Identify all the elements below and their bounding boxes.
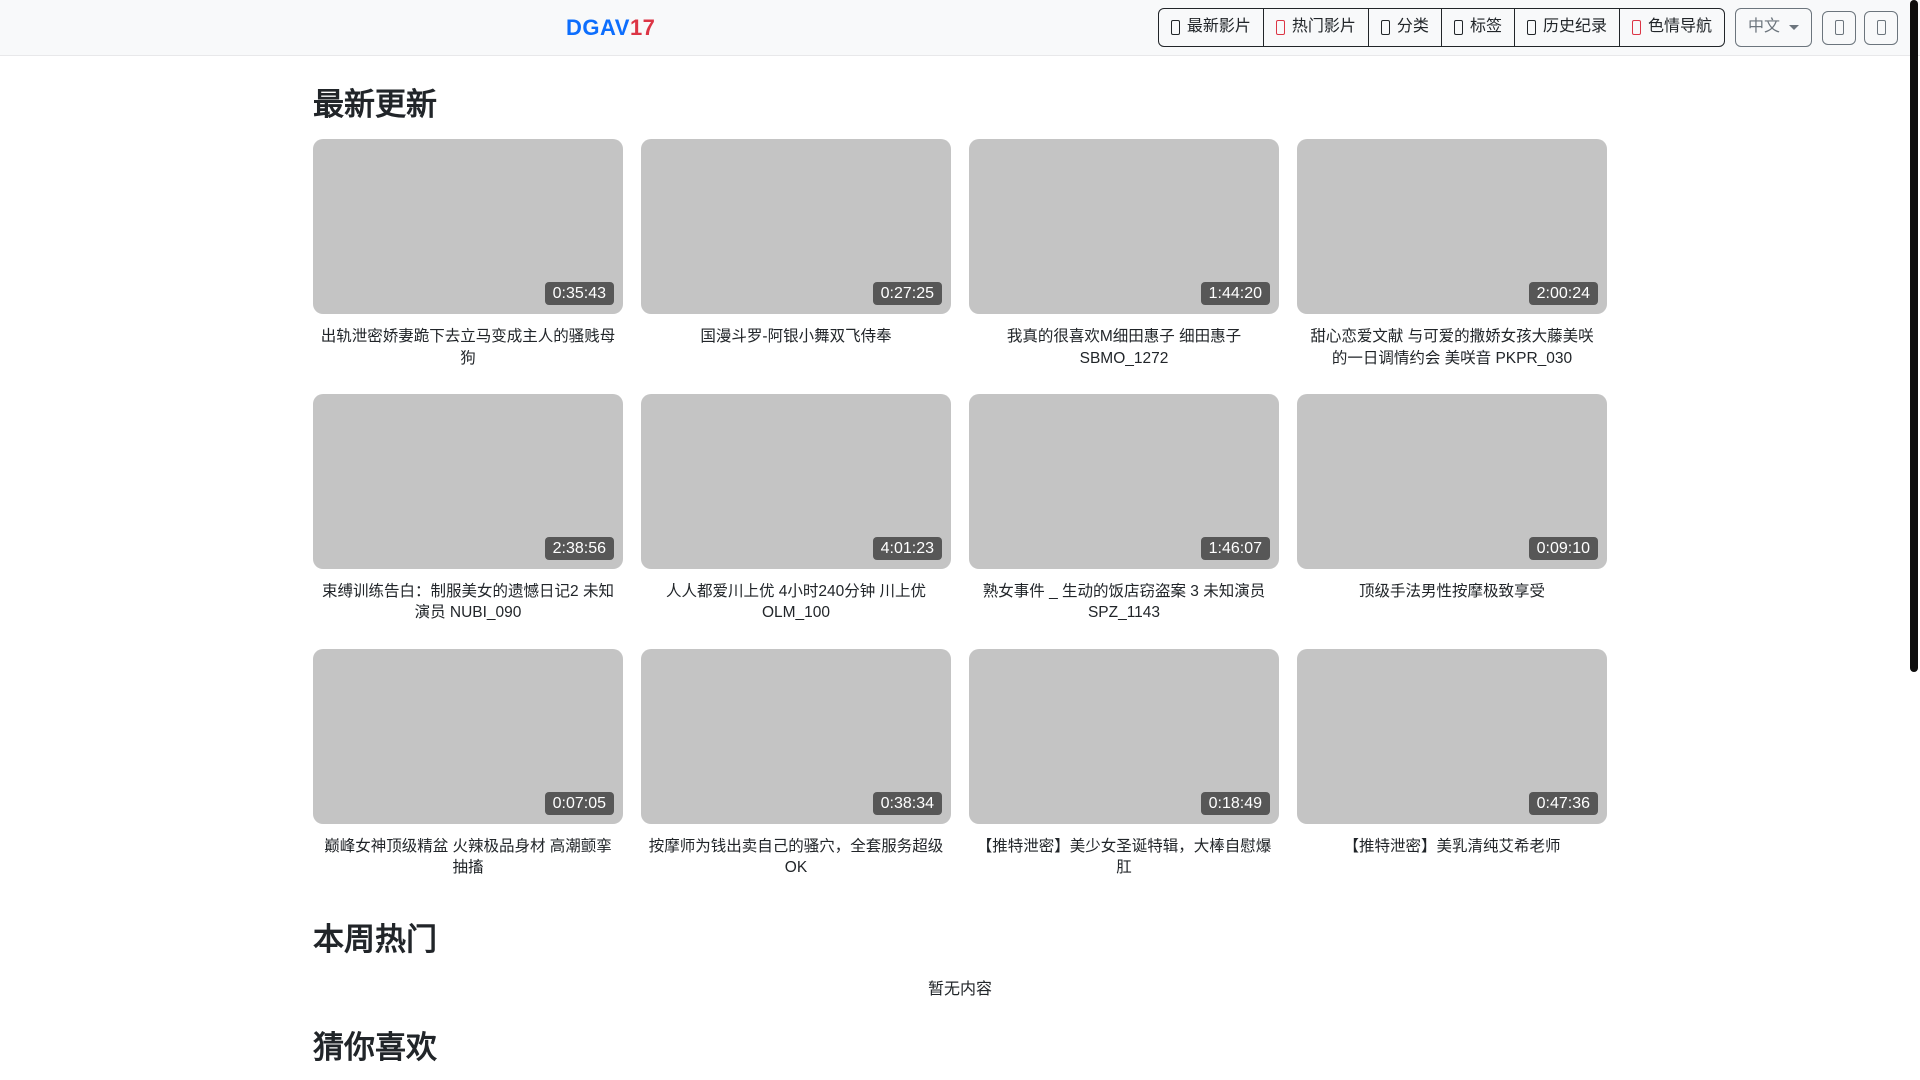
video-thumbnail[interactable]: 2:00:24 — [1297, 139, 1607, 315]
brand-accent: 17 — [629, 15, 656, 40]
brand-text: DGAV — [566, 15, 630, 40]
video-thumbnail[interactable]: 4:01:23 — [641, 393, 951, 569]
placeholder-glyph-icon — [1834, 20, 1844, 35]
chevron-down-icon — [1789, 24, 1799, 30]
video-card[interactable]: 0:47:36 【推特泄密】美乳清纯艾希老师 — [1297, 648, 1607, 904]
duration-badge: 4:01:23 — [872, 536, 942, 560]
vertical-scrollbar-thumb[interactable] — [1910, 0, 1918, 672]
video-title[interactable]: 甜心恋爱文献 与可爱的撒娇女孩大藤美咲的一日调情约会 美咲音 PKPR_030 — [1303, 326, 1601, 369]
video-thumbnail[interactable]: 0:09:10 — [1297, 393, 1607, 569]
video-title[interactable]: 熟女事件 _ 生动的饭店窃盗案 3 未知演员 SPZ_1143 — [975, 581, 1273, 624]
video-card[interactable]: 2:00:24 甜心恋爱文献 与可爱的撒娇女孩大藤美咲的一日调情约会 美咲音 P… — [1297, 139, 1607, 394]
menu-label: 历史纪录 — [1542, 18, 1607, 36]
menu-label: 标签 — [1469, 18, 1502, 36]
video-title[interactable]: 出轨泄密娇妻跪下去立马变成主人的骚贱母狗 — [319, 326, 617, 369]
main-menu: 最新影片 热门影片 分类 标签 历史纪录 色情导航 — [1157, 8, 1725, 47]
menu-item-adult-nav[interactable]: 色情导航 — [1618, 8, 1725, 47]
hot-films-icon — [1275, 19, 1285, 35]
video-thumbnail[interactable]: 0:18:49 — [969, 648, 1279, 824]
navbar: DGAV 17 最新影片 热门影片 分类 标签 历史纪录 色情导航 中文 — [0, 0, 1920, 56]
video-card[interactable]: 0:38:34 按摩师为钱出卖自己的骚穴，全套服务超级OK — [641, 648, 951, 904]
video-card[interactable]: 1:46:07 熟女事件 _ 生动的饭店窃盗案 3 未知演员 SPZ_1143 — [969, 393, 1279, 649]
video-thumbnail[interactable]: 0:27:25 — [641, 139, 951, 315]
menu-item-history[interactable]: 历史纪录 — [1513, 8, 1620, 47]
video-title[interactable]: 束缚训练告白：制服美女的遗憾日记2 未知演员 NUBI_090 — [319, 581, 617, 624]
history-icon — [1526, 19, 1536, 35]
duration-badge: 0:35:43 — [544, 282, 614, 306]
duration-badge: 0:38:34 — [872, 791, 942, 815]
duration-badge: 0:18:49 — [1200, 791, 1270, 815]
navbar-action-button-1[interactable] — [1822, 10, 1856, 45]
menu-label: 色情导航 — [1647, 18, 1712, 36]
brand-logo[interactable]: DGAV 17 — [566, 0, 655, 56]
section-heading-weekly: 本周热门 — [313, 922, 437, 958]
duration-badge: 0:09:10 — [1528, 536, 1598, 560]
video-card[interactable]: 0:07:05 巅峰女神顶级精盆 火辣极品身材 高潮颤挛抽搐 — [313, 648, 623, 904]
adult-nav-icon — [1631, 19, 1641, 35]
video-thumbnail[interactable]: 1:44:20 — [969, 139, 1279, 315]
navbar-action-button-2[interactable] — [1864, 10, 1898, 45]
section-heading-latest: 最新更新 — [313, 87, 437, 122]
tags-icon — [1453, 19, 1463, 35]
duration-badge: 2:00:24 — [1528, 282, 1598, 306]
menu-label: 最新影片 — [1186, 18, 1251, 36]
duration-badge: 0:47:36 — [1528, 791, 1598, 815]
video-title[interactable]: 按摩师为钱出卖自己的骚穴，全套服务超级OK — [647, 836, 945, 879]
duration-badge: 0:07:05 — [544, 791, 614, 815]
language-dropdown[interactable]: 中文 — [1734, 8, 1812, 47]
latest-films-icon — [1170, 19, 1180, 35]
video-title[interactable]: 【推特泄密】美少女圣诞特辑，大棒自慰爆肛 — [975, 836, 1273, 879]
main-content: 最新更新 0:35:43 出轨泄密娇妻跪下去立马变成主人的骚贱母狗 0:27:2… — [313, 56, 1607, 1080]
duration-badge: 1:44:20 — [1200, 282, 1270, 306]
video-card[interactable]: 4:01:23 人人都爱川上优 4小时240分钟 川上优 OLM_100 — [641, 393, 951, 649]
video-title[interactable]: 人人都爱川上优 4小时240分钟 川上优 OLM_100 — [647, 581, 945, 624]
video-thumbnail[interactable]: 1:46:07 — [969, 393, 1279, 569]
video-card[interactable]: 0:27:25 国漫斗罗-阿银小舞双飞侍奉 — [641, 139, 951, 394]
language-label: 中文 — [1747, 18, 1780, 36]
duration-badge: 1:46:07 — [1200, 536, 1270, 560]
empty-state-text: 暂无内容 — [927, 980, 992, 998]
menu-label: 热门影片 — [1291, 18, 1356, 36]
section-heading-recommended: 猜你喜欢 — [313, 1029, 437, 1065]
video-card[interactable]: 0:35:43 出轨泄密娇妻跪下去立马变成主人的骚贱母狗 — [313, 139, 623, 394]
duration-badge: 0:27:25 — [872, 282, 942, 306]
menu-item-categories[interactable]: 分类 — [1367, 8, 1442, 47]
video-thumbnail[interactable]: 0:07:05 — [313, 648, 623, 824]
latest-video-grid: 0:35:43 出轨泄密娇妻跪下去立马变成主人的骚贱母狗 0:27:25 国漫斗… — [313, 139, 1607, 903]
menu-item-hot-films[interactable]: 热门影片 — [1262, 8, 1369, 47]
video-thumbnail[interactable]: 0:38:34 — [641, 648, 951, 824]
video-title[interactable]: 巅峰女神顶级精盆 火辣极品身材 高潮颤挛抽搐 — [319, 836, 617, 879]
video-thumbnail[interactable]: 0:47:36 — [1297, 648, 1607, 824]
video-title[interactable]: 国漫斗罗-阿银小舞双飞侍奉 — [647, 326, 945, 347]
menu-item-tags[interactable]: 标签 — [1440, 8, 1515, 47]
menu-label: 分类 — [1396, 18, 1429, 36]
video-thumbnail[interactable]: 0:35:43 — [313, 139, 623, 315]
menu-item-latest-films[interactable]: 最新影片 — [1157, 8, 1264, 47]
video-thumbnail[interactable]: 2:38:56 — [313, 393, 623, 569]
video-card[interactable]: 0:18:49 【推特泄密】美少女圣诞特辑，大棒自慰爆肛 — [969, 648, 1279, 904]
video-card[interactable]: 1:44:20 我真的很喜欢M细田惠子 细田惠子 SBMO_1272 — [969, 139, 1279, 394]
video-card[interactable]: 0:09:10 顶级手法男性按摩极致享受 — [1297, 393, 1607, 649]
video-title[interactable]: 【推特泄密】美乳清纯艾希老师 — [1303, 836, 1601, 857]
video-card[interactable]: 2:38:56 束缚训练告白：制服美女的遗憾日记2 未知演员 NUBI_090 — [313, 393, 623, 649]
placeholder-glyph-icon — [1876, 20, 1886, 35]
duration-badge: 2:38:56 — [544, 536, 614, 560]
video-title[interactable]: 我真的很喜欢M细田惠子 细田惠子 SBMO_1272 — [975, 326, 1273, 369]
categories-icon — [1380, 19, 1390, 35]
video-title[interactable]: 顶级手法男性按摩极致享受 — [1303, 581, 1601, 602]
